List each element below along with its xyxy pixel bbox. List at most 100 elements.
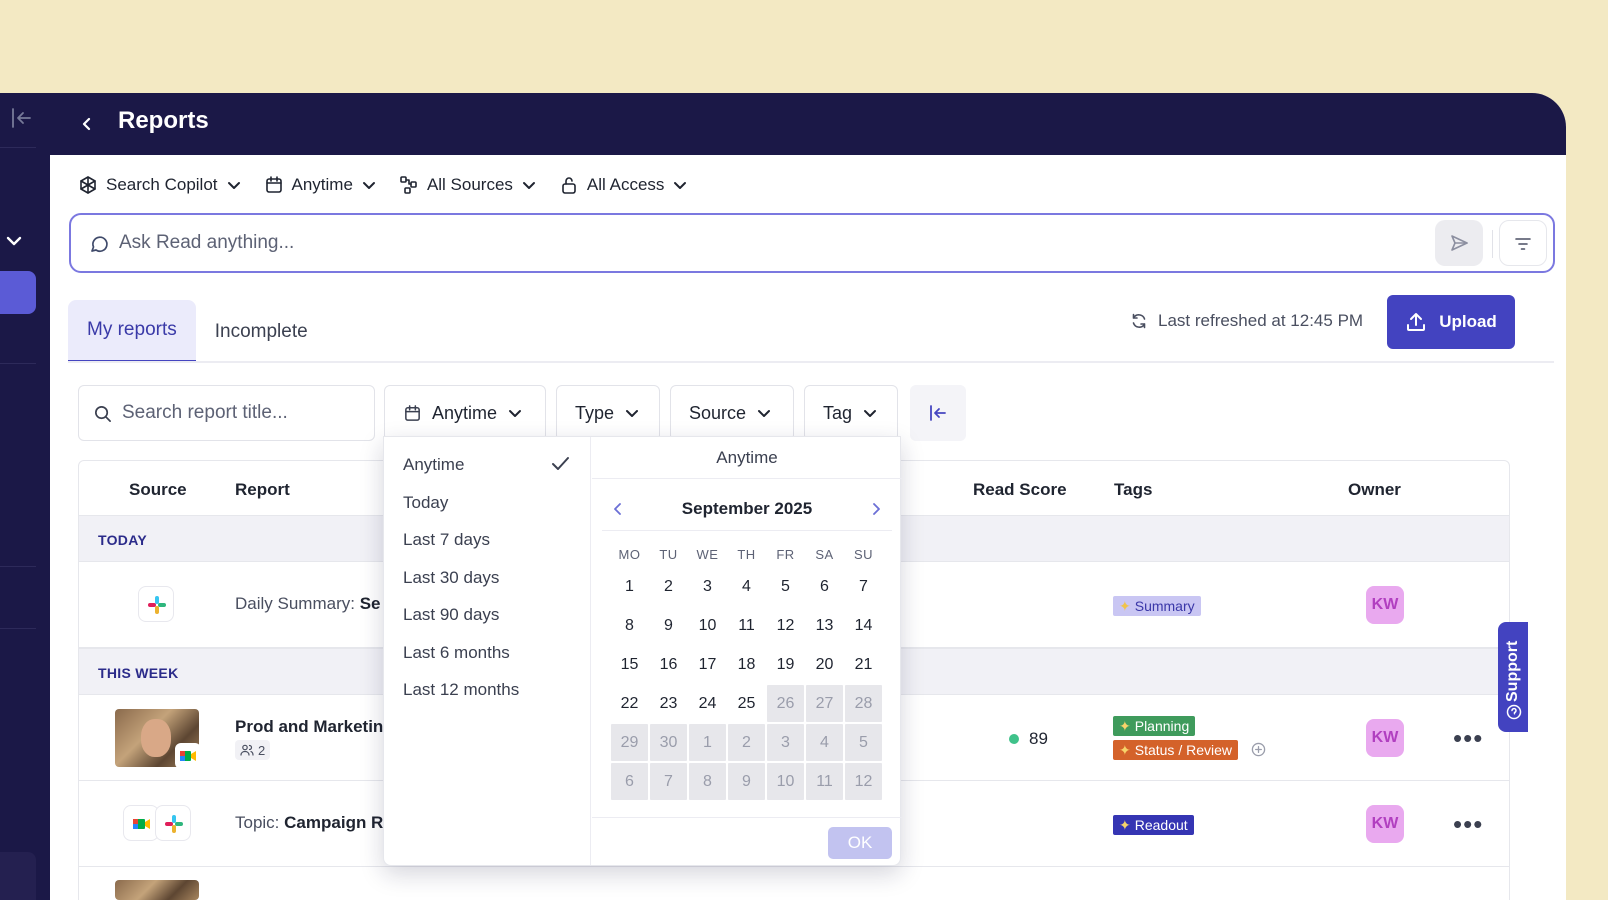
page-title: Reports — [118, 107, 209, 134]
tag-label: Readout — [1134, 817, 1188, 833]
avatar[interactable]: KW — [1366, 805, 1404, 843]
back-icon[interactable] — [78, 115, 96, 133]
chevron-down-icon — [509, 410, 522, 417]
type-filter-button[interactable]: Type — [556, 385, 660, 441]
column-read-score[interactable]: Read Score — [973, 480, 1067, 500]
chevron-down-icon — [227, 182, 240, 189]
calendar-day[interactable]: 24 — [689, 685, 726, 722]
calendar-day[interactable]: 21 — [845, 646, 882, 683]
more-icon[interactable]: ••• — [1453, 811, 1483, 837]
calendar-day: 2 — [728, 724, 765, 761]
report-title[interactable]: Daily Summary: Se — [235, 594, 381, 614]
calendar-month: September 2025 — [681, 499, 813, 518]
option-today[interactable]: Today — [403, 493, 448, 513]
option-last-7-days[interactable]: Last 7 days — [403, 530, 490, 550]
report-title[interactable]: Prod and Marketin — [235, 717, 383, 737]
search-report-input[interactable]: Search report title... — [78, 385, 375, 441]
support-label: Support — [1504, 640, 1521, 702]
ask-bar[interactable]: Ask Read anything... — [69, 213, 1555, 273]
calendar-day[interactable]: 7 — [845, 568, 882, 605]
upload-button[interactable]: Upload — [1387, 295, 1515, 349]
source-filter-button[interactable]: Source — [670, 385, 794, 441]
calendar-day[interactable]: 10 — [689, 607, 726, 644]
calendar-day[interactable]: 16 — [650, 646, 687, 683]
calendar-day[interactable]: 6 — [806, 568, 843, 605]
calendar-day[interactable]: 23 — [650, 685, 687, 722]
ok-button[interactable]: OK — [828, 827, 892, 859]
option-last-30-days[interactable]: Last 30 days — [403, 568, 499, 588]
option-last-6-months[interactable]: Last 6 months — [403, 643, 510, 663]
calendar-day[interactable]: 9 — [650, 607, 687, 644]
type-filter-label: Type — [575, 402, 615, 423]
refresh-status[interactable]: Last refreshed at 12:45 PM — [1130, 311, 1363, 331]
scope-label: All Access — [586, 175, 665, 194]
calendar-day[interactable]: 18 — [728, 646, 765, 683]
support-tab[interactable]: Support — [1498, 622, 1528, 732]
report-name: Campaign Re — [284, 813, 393, 832]
scope-date[interactable]: Anytime — [264, 171, 377, 199]
calendar-day[interactable]: 8 — [611, 607, 648, 644]
scope-access[interactable]: All Access — [559, 171, 688, 199]
sidebar-item-active[interactable] — [0, 271, 36, 314]
sparkle-icon: ✦ — [1119, 597, 1131, 614]
calendar-day[interactable]: 22 — [611, 685, 648, 722]
ask-input[interactable]: Ask Read anything... — [119, 232, 294, 254]
option-last-90-days[interactable]: Last 90 days — [403, 605, 499, 625]
check-icon — [552, 457, 569, 470]
scope-copilot[interactable]: Search Copilot — [78, 171, 242, 199]
scope-sources[interactable]: All Sources — [399, 171, 537, 199]
avatar[interactable]: KW — [1366, 586, 1404, 624]
tag-status-review[interactable]: ✦ Status / Review — [1113, 740, 1238, 760]
next-month-icon[interactable] — [866, 499, 886, 519]
option-last-12-months[interactable]: Last 12 months — [403, 680, 519, 700]
calendar-day[interactable]: 14 — [845, 607, 882, 644]
filter-button[interactable] — [1499, 220, 1547, 266]
tag-readout[interactable]: ✦ Readout — [1113, 815, 1194, 835]
calendar-day: 12 — [845, 763, 882, 800]
filter-icon — [1515, 238, 1531, 250]
column-tags[interactable]: Tags — [1114, 480, 1152, 500]
more-icon[interactable]: ••• — [1453, 725, 1483, 751]
calendar-day[interactable]: 25 — [728, 685, 765, 722]
calendar-day[interactable]: 2 — [650, 568, 687, 605]
calendar-day[interactable]: 15 — [611, 646, 648, 683]
calendar-day[interactable]: 12 — [767, 607, 804, 644]
divider — [602, 530, 892, 531]
sparkle-icon: ✦ — [1119, 816, 1131, 833]
chevron-down-icon — [674, 182, 687, 189]
google-meet-icon — [175, 743, 201, 769]
calendar-day[interactable]: 4 — [728, 568, 765, 605]
tab-incomplete[interactable]: Incomplete — [196, 300, 327, 363]
lock-icon — [562, 177, 576, 194]
calendar-day[interactable]: 11 — [728, 607, 765, 644]
column-source[interactable]: Source — [129, 480, 187, 500]
tag-planning[interactable]: ✦ Planning — [1113, 716, 1196, 736]
tag-summary[interactable]: ✦ Summary — [1113, 596, 1201, 616]
date-dropdown: Anytime Today Last 7 days Last 30 days L… — [383, 436, 902, 866]
send-button[interactable] — [1435, 220, 1483, 266]
option-anytime[interactable]: Anytime — [403, 455, 464, 475]
calendar-day[interactable]: 5 — [767, 568, 804, 605]
add-tag-icon[interactable] — [1251, 742, 1266, 757]
calendar-day[interactable]: 17 — [689, 646, 726, 683]
date-filter-button[interactable]: Anytime — [384, 385, 546, 441]
calendar-day[interactable]: 20 — [806, 646, 843, 683]
sidebar-divider — [0, 363, 36, 364]
calendar-day[interactable]: 3 — [689, 568, 726, 605]
calendar-day[interactable]: 13 — [806, 607, 843, 644]
chevron-down-icon[interactable] — [4, 231, 24, 251]
avatar[interactable]: KW — [1366, 719, 1404, 757]
calendar-day[interactable]: 1 — [611, 568, 648, 605]
calendar-day: 5 — [845, 724, 882, 761]
report-title[interactable]: Topic: Campaign Re — [235, 813, 393, 833]
collapse-sidebar-icon[interactable] — [8, 105, 36, 131]
read-score: 89 — [1009, 729, 1048, 749]
column-report[interactable]: Report — [235, 480, 290, 500]
calendar-day[interactable]: 19 — [767, 646, 804, 683]
collapse-filters-button[interactable] — [910, 385, 966, 441]
sidebar-user[interactable] — [0, 852, 36, 900]
tag-filter-button[interactable]: Tag — [804, 385, 898, 441]
calendar-day: 6 — [611, 763, 648, 800]
tab-my-reports[interactable]: My reports — [68, 300, 196, 363]
column-owner[interactable]: Owner — [1348, 480, 1401, 500]
